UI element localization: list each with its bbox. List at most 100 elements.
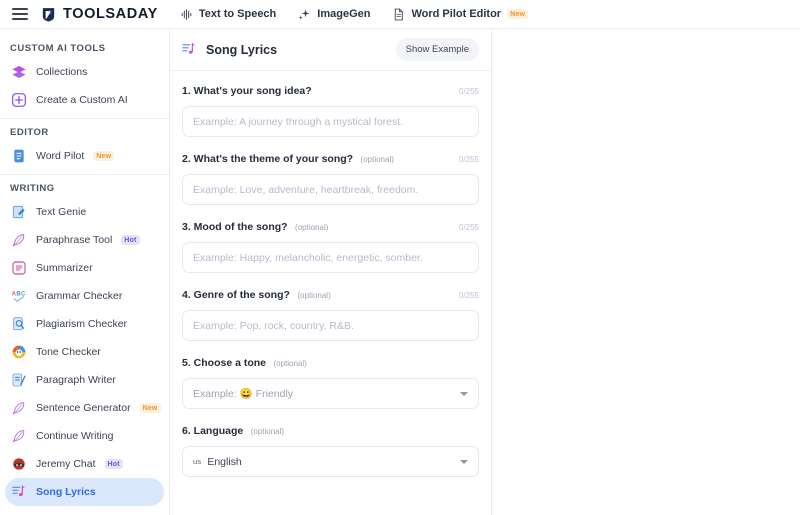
field-head: 5. Choose a tone (optional) [182,353,479,371]
topnav-item-text-to-speech[interactable]: Text to Speech [180,8,276,21]
sidebar-item-text-genie[interactable]: Text Genie [5,198,164,226]
field-song-mood: 3. Mood of the song? (optional) 0/255 [182,217,479,273]
main-panel: Song Lyrics Show Example 1. What's your … [170,29,492,515]
sidebar-item-sentence-generator[interactable]: Sentence Generator New [5,394,164,422]
field-label: 3. Mood of the song? [182,221,288,233]
field-label: 2. What's the theme of your song? [182,153,354,165]
char-counter: 0/255 [458,291,479,300]
music-note-icon [181,42,197,58]
brand-logo[interactable]: TOOLSADAY [40,6,158,23]
sidebar-item-collections[interactable]: Collections [5,58,164,86]
document-blue-icon [11,148,27,164]
topnav-label: Word Pilot Editor [411,8,502,20]
sidebar-item-word-pilot[interactable]: Word Pilot New [5,142,164,170]
avatar-icon [11,456,27,472]
sidebar-item-create-a-custom-ai[interactable]: Create a Custom AI [5,86,164,114]
sidebar: CUSTOM AI TOOLS Collections Create a Cus… [0,29,170,515]
field-song-idea: 1. What's your song idea? 0/255 [182,81,479,137]
sidebar-item-song-lyrics[interactable]: Song Lyrics [5,478,164,506]
song-idea-input[interactable] [182,106,479,137]
sidebar-badge-hot: Hot [121,235,140,245]
field-optional-tag: (optional) [297,291,331,300]
sidebar-item-jeremy-chat[interactable]: Jeremy Chat Hot [5,450,164,478]
field-head: 2. What's the theme of your song? (optio… [182,149,479,167]
page-title: Song Lyrics [206,42,278,57]
tone-select[interactable]: Example: 😀 Friendly [182,378,479,409]
char-counter: 0/255 [458,87,479,96]
field-song-theme: 2. What's the theme of your song? (optio… [182,149,479,205]
abc-check-icon: A B C [11,288,27,304]
topnav-label: ImageGen [317,8,371,20]
topnav-item-imagegen[interactable]: ImageGen [298,8,370,21]
song-mood-input[interactable] [182,242,479,273]
field-label: 5. Choose a tone [182,357,267,369]
field-song-genre: 4. Genre of the song? (optional) 0/255 [182,285,479,341]
field-label-wrap: 2. What's the theme of your song? (optio… [182,149,394,167]
field-optional-tag: (optional) [273,359,307,368]
sparkle-image-icon [298,8,311,21]
app-root: TOOLSADAY Text to Speech ImageGen Word P… [0,0,800,515]
language-name: English [207,455,242,468]
field-label-wrap: 3. Mood of the song? (optional) [182,217,328,235]
field-optional-tag: (optional) [360,155,394,164]
sidebar-item-paraphrase-tool[interactable]: Paraphrase Tool Hot [5,226,164,254]
sidebar-item-label: Create a Custom AI [36,94,128,106]
sidebar-item-grammar-checker[interactable]: A B C Grammar Checker [5,282,164,310]
hamburger-icon[interactable] [12,8,28,20]
tone-select-value: Example: 😀 Friendly [193,388,294,400]
sidebar-section-title-editor: EDITOR [10,127,49,138]
us-flag-icon: us [193,457,202,466]
topnav-item-word-pilot-editor[interactable]: Word Pilot Editor New [392,8,529,21]
field-optional-tag: (optional) [295,223,329,232]
field-head: 6. Language (optional) [182,421,479,439]
sidebar-item-tone-checker[interactable]: Tone Checker [5,338,164,366]
plus-square-icon [11,92,27,108]
sidebar-badge-hot: Hot [104,459,123,469]
smiley-color-icon [11,344,27,360]
sidebar-badge-new: New [93,151,115,161]
feather-icon [11,232,27,248]
chevron-down-icon [460,459,468,464]
top-nav: Text to Speech ImageGen Word Pilot Edito… [180,8,529,21]
show-example-button[interactable]: Show Example [395,38,479,61]
panel-title-wrap: Song Lyrics [181,42,277,58]
magnifier-doc-icon [11,316,27,332]
field-label: 6. Language [182,425,244,437]
sidebar-item-paragraph-writer[interactable]: Paragraph Writer [5,366,164,394]
right-content-area [492,29,800,515]
sidebar-item-continue-writing[interactable]: Continue Writing [5,422,164,450]
document-icon [392,8,405,21]
sidebar-section-title-writing: WRITING [10,183,55,194]
field-optional-tag: (optional) [250,427,285,436]
field-head: 3. Mood of the song? (optional) 0/255 [182,217,479,235]
field-label: 4. Genre of the song? [182,289,290,301]
sidebar-item-label: Grammar Checker [36,290,123,302]
pencil-note-icon [11,204,27,220]
brand-name: TOOLSADAY [63,6,158,22]
waveform-icon [180,8,193,21]
sidebar-item-label: Word Pilot [36,150,85,162]
toolsaday-mark-icon [40,6,57,23]
field-label-wrap: 6. Language (optional) [182,421,284,439]
sidebar-item-plagiarism-checker[interactable]: Plagiarism Checker [5,310,164,338]
sidebar-item-label: Tone Checker [36,346,101,358]
chevron-down-icon [460,391,468,396]
top-bar: TOOLSADAY Text to Speech ImageGen Word P… [0,0,800,29]
sidebar-item-label: Song Lyrics [36,486,96,498]
language-select[interactable]: us English [182,446,479,477]
sidebar-item-label: Summarizer [36,262,93,274]
quill-blue-icon [11,428,27,444]
sidebar-item-label: Continue Writing [36,430,114,442]
song-theme-input[interactable] [182,174,479,205]
field-head: 4. Genre of the song? (optional) 0/255 [182,285,479,303]
field-label-wrap: 1. What's your song idea? [182,81,312,99]
sidebar-item-summarizer[interactable]: Summarizer [5,254,164,282]
song-genre-input[interactable] [182,310,479,341]
language-select-value: us English [193,456,242,468]
quill-icon [11,400,27,416]
field-head: 1. What's your song idea? 0/255 [182,81,479,99]
sidebar-item-label: Text Genie [36,206,87,218]
char-counter: 0/255 [458,223,479,232]
topnav-label: Text to Speech [198,8,277,20]
sidebar-item-label: Jeremy Chat [36,458,96,470]
